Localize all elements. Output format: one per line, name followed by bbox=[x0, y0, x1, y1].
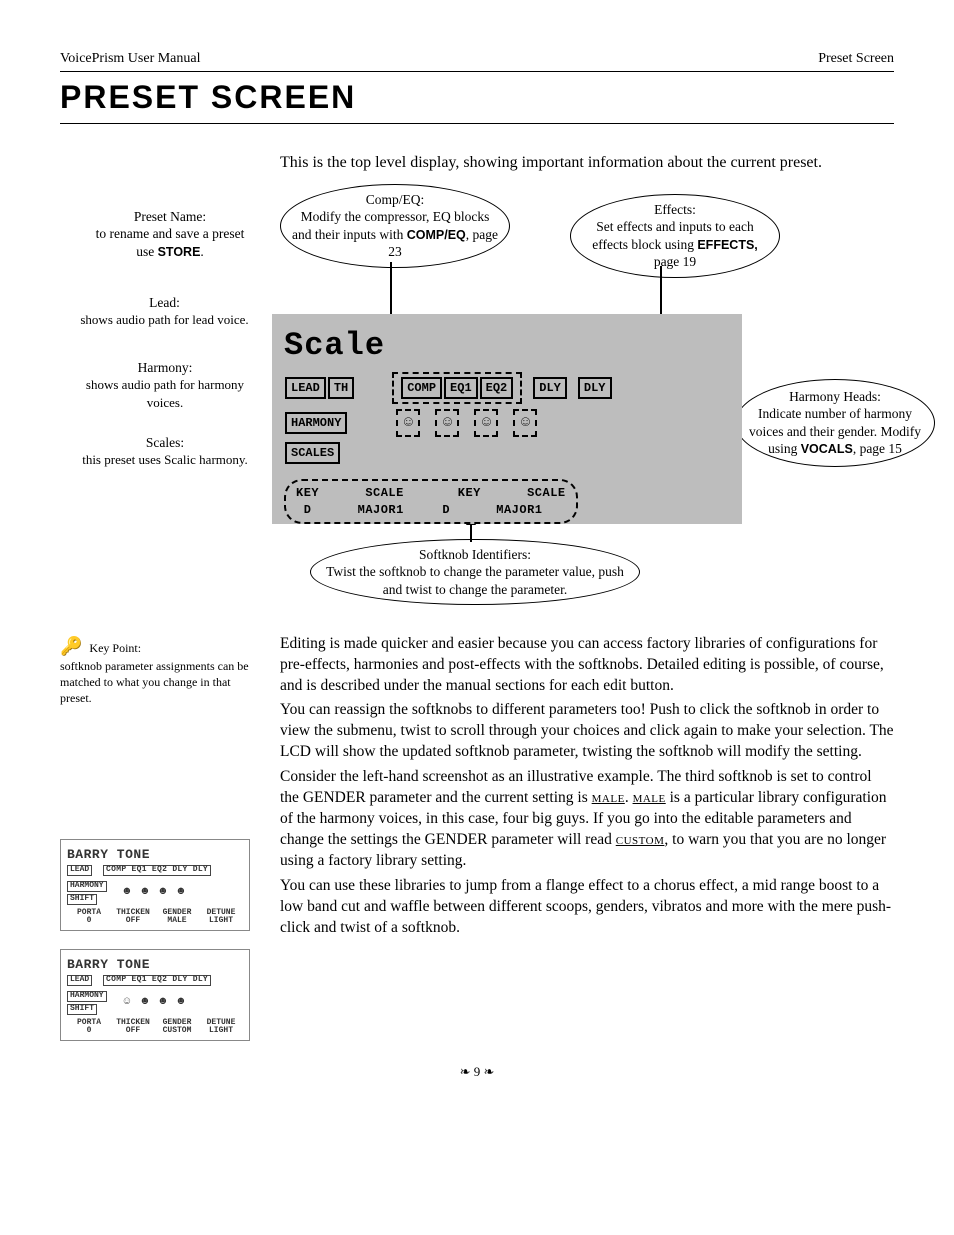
harmony-head-icon: ☺ bbox=[435, 409, 459, 437]
key-icon: 🔑 bbox=[60, 636, 82, 656]
page-title: PRESET SCREEN bbox=[60, 76, 894, 119]
harmony-head-icon: ☻ bbox=[160, 995, 167, 1010]
callout-compeq: Comp/EQ: Modify the compressor, EQ block… bbox=[275, 184, 515, 268]
header-right: Preset Screen bbox=[818, 50, 894, 69]
title-rule bbox=[60, 123, 894, 124]
callout-preset-name: Preset Name: to rename and save a preset… bbox=[85, 208, 255, 261]
harmony-head-icon: ☻ bbox=[178, 995, 185, 1010]
callout-softknob: Softknob Identifiers: Twist the softknob… bbox=[305, 539, 645, 606]
harmony-head-icon: ☻ bbox=[124, 885, 131, 900]
running-header: VoicePrism User Manual Preset Screen bbox=[60, 50, 894, 69]
harmony-head-icon: ☺ bbox=[124, 995, 131, 1010]
main-lcd-screenshot: Scale LEADTH COMPEQ1EQ2 DLY DLY HARMONY … bbox=[272, 314, 742, 524]
harmony-head-icon: ☺ bbox=[396, 409, 420, 437]
harmony-head-icon: ☻ bbox=[160, 885, 167, 900]
intro-text: This is the top level display, showing i… bbox=[280, 152, 894, 174]
harmony-head-icon: ☺ bbox=[513, 409, 537, 437]
harmony-head-icon: ☻ bbox=[142, 995, 149, 1010]
body-columns: 🔑 Key Point: softknob parameter assignme… bbox=[60, 634, 894, 1059]
softknob-identifiers: KEY SCALE KEY SCALE D MAJOR1 D MAJOR1 bbox=[284, 479, 578, 523]
preset-name: Scale bbox=[284, 324, 730, 367]
body-text: Editing is made quicker and easier becau… bbox=[280, 634, 894, 1059]
harmony-head-icon: ☻ bbox=[178, 885, 185, 900]
header-rule bbox=[60, 71, 894, 72]
example-lcd-male: BARRY TONE LEAD COMP EQ1 EQ2 DLY DLY HAR… bbox=[60, 839, 250, 931]
preset-screen-diagram: Comp/EQ: Modify the compressor, EQ block… bbox=[60, 184, 894, 624]
key-point-note: 🔑 Key Point: softknob parameter assignme… bbox=[60, 634, 280, 707]
harmony-head-icon: ☻ bbox=[142, 885, 149, 900]
callout-scales: Scales: this preset uses Scalic harmony. bbox=[80, 434, 250, 469]
callout-effects-title: Effects: bbox=[654, 202, 696, 217]
callout-harmony: Harmony: shows audio path for harmony vo… bbox=[80, 359, 250, 412]
callout-effects: Effects: Set effects and inputs to each … bbox=[565, 194, 785, 278]
callout-harmony-heads: Harmony Heads: Indicate number of harmon… bbox=[730, 379, 940, 467]
callout-lead: Lead: shows audio path for lead voice. bbox=[72, 294, 257, 329]
header-left: VoicePrism User Manual bbox=[60, 50, 201, 69]
harmony-head-icon: ☺ bbox=[474, 409, 498, 437]
page-number: ❧ 9 ❧ bbox=[0, 1063, 954, 1081]
callout-compeq-title: Comp/EQ: bbox=[366, 192, 425, 207]
example-lcd-custom: BARRY TONE LEAD COMP EQ1 EQ2 DLY DLY HAR… bbox=[60, 949, 250, 1041]
